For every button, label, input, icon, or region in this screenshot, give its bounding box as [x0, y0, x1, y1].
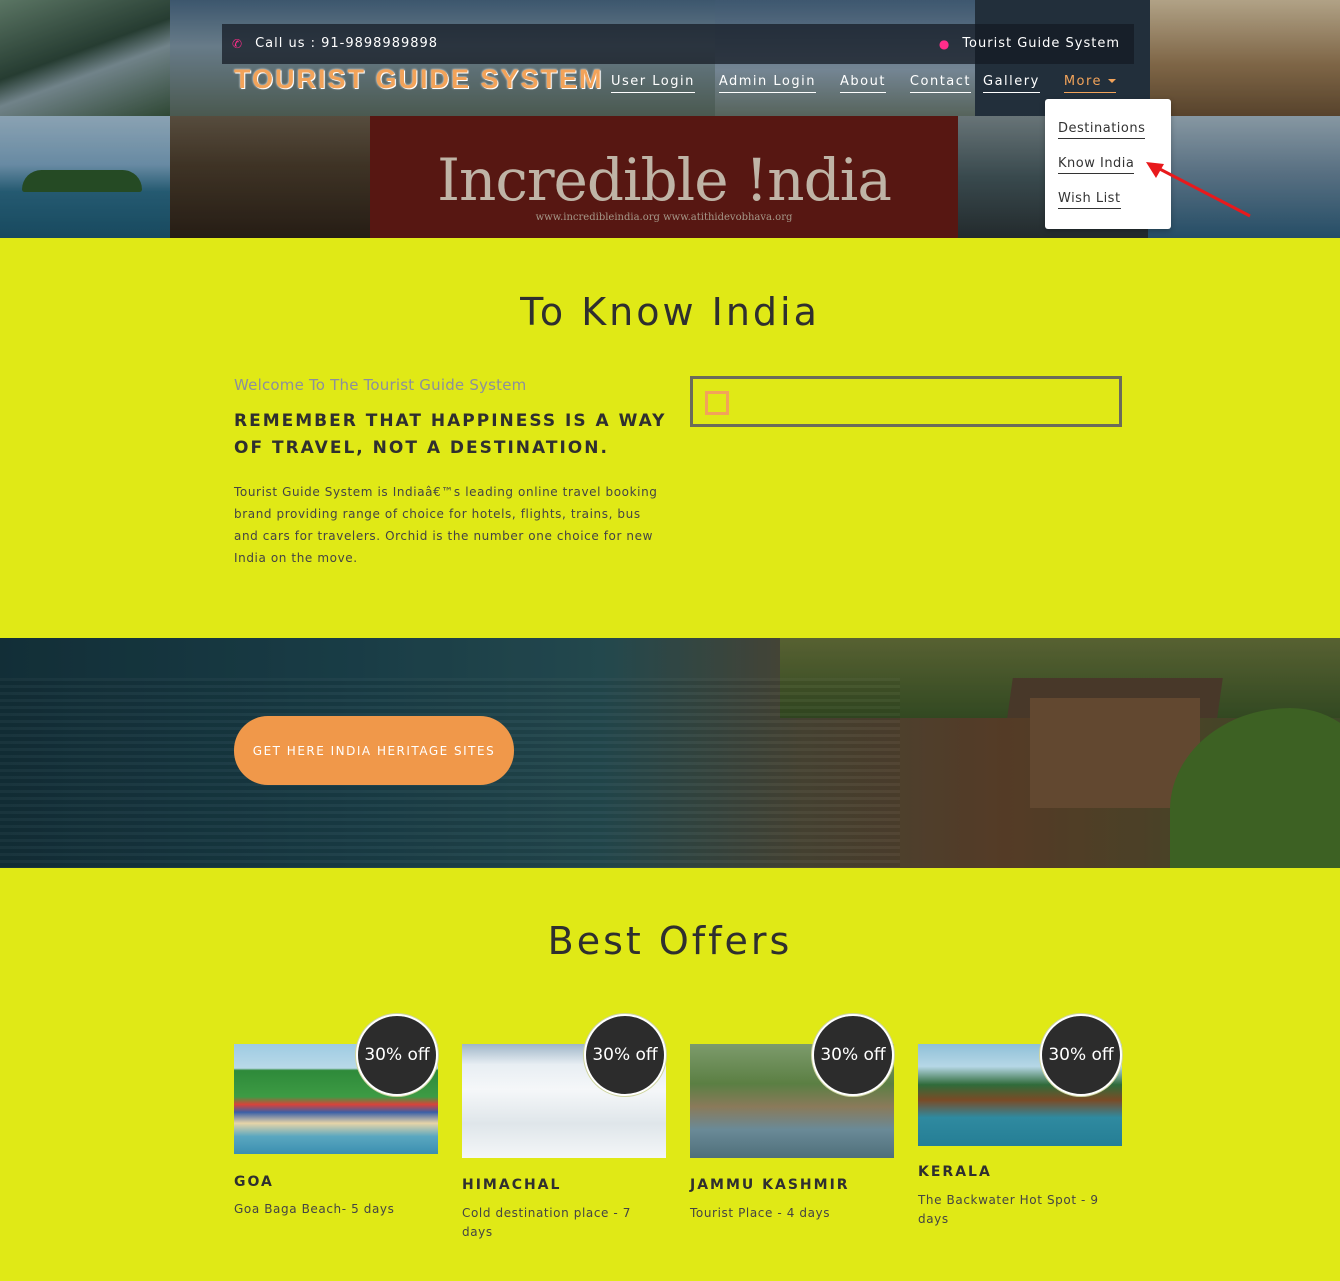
about-media-frame [690, 376, 1122, 427]
nav-contact[interactable]: Contact [909, 74, 971, 93]
dropdown-item-destinations[interactable]: Destinations [1058, 121, 1146, 139]
site-logo[interactable]: TOURIST GUIDE SYSTEM [234, 64, 604, 95]
phone-text: Call us : 91-9898989898 [255, 36, 439, 51]
top-info-bar: ✆ Call us : 91-9898989898 ● Tourist Guid… [222, 24, 1134, 64]
annotation-arrow-icon [1146, 162, 1251, 218]
map-pin-icon: ● [938, 36, 951, 51]
dropdown-item-know-india[interactable]: Know India [1058, 156, 1135, 174]
offer-name: HIMACHAL [462, 1177, 562, 1193]
site-location: ● Tourist Guide System [939, 36, 1120, 51]
offer-info: Tourist Place - 4 days [690, 1206, 831, 1220]
broken-image-icon [705, 391, 729, 415]
caret-down-icon [1108, 78, 1117, 83]
phone-icon: ✆ [232, 36, 244, 51]
offer-info: Cold destination place - 7 days [462, 1206, 632, 1239]
dropdown-item-wish-list[interactable]: Wish List [1058, 191, 1121, 209]
offer-info: Goa Baga Beach- 5 days [234, 1202, 395, 1216]
welcome-text: Welcome To The Tourist Guide System [234, 376, 527, 394]
offers-title: Best Offers [547, 919, 793, 963]
heritage-banner [0, 638, 1340, 868]
site-name-text: Tourist Guide System [962, 36, 1120, 51]
offer-info: The Backwater Hot Spot - 9 days [918, 1193, 1099, 1226]
discount-badge: 30% off [356, 1014, 438, 1096]
nav-gallery[interactable]: Gallery [983, 74, 1040, 93]
nav-more-dropdown[interactable]: More [1063, 74, 1117, 93]
nav-admin-login[interactable]: Admin Login [718, 74, 816, 93]
nav-about[interactable]: About [839, 74, 886, 93]
about-description: Tourist Guide System is Indiaâ€™s leadin… [234, 485, 658, 565]
discount-badge: 30% off [812, 1014, 894, 1096]
offer-name: GOA [234, 1174, 274, 1190]
nav-user-login[interactable]: User Login [611, 74, 695, 93]
discount-badge: 30% off [1040, 1014, 1122, 1096]
offer-name: JAMMU KASHMIR [690, 1177, 850, 1193]
phone-contact[interactable]: ✆ Call us : 91-9898989898 [232, 36, 438, 51]
heritage-sites-button[interactable]: GET HERE INDIA HERITAGE SITES [234, 716, 514, 785]
main-nav: User Login Admin Login About Contact Gal… [611, 74, 1140, 93]
about-title: To Know India [520, 290, 820, 334]
nav-more-label: More [1063, 74, 1103, 89]
travel-quote: REMEMBER THAT HAPPINESS IS A WAY OF TRAV… [234, 411, 667, 458]
offer-name: KERALA [918, 1164, 992, 1180]
discount-badge: 30% off [584, 1014, 666, 1096]
